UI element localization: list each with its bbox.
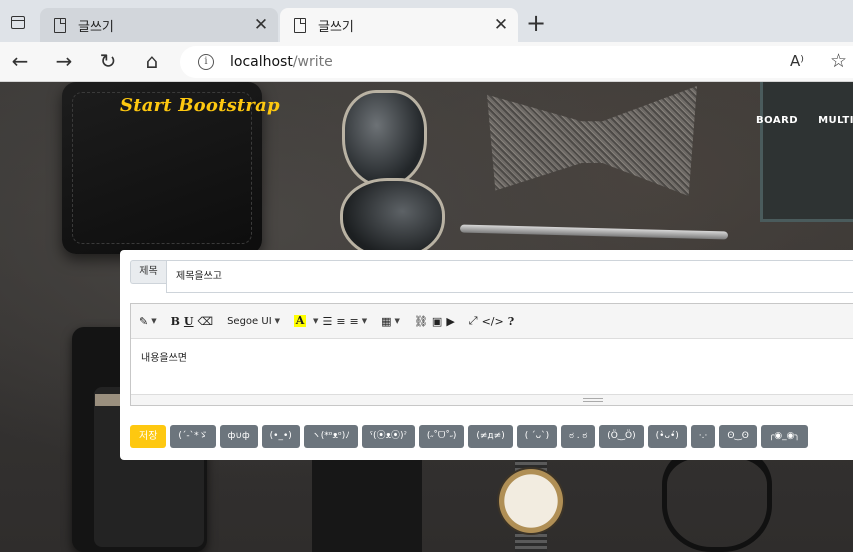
action-buttons: 저장 (´-`*ゞ ф∪ф (•_•) ヽ(*ᵒᴥᵒ)ﾉ ˁ(⦿ᴥ⦿)ˀ (˶˚… [130,425,808,448]
font-family-dropdown[interactable]: Segoe UI ▼ [227,310,280,332]
color-dropdown[interactable]: ▼ [310,310,318,332]
title-label: 제목 [130,260,166,284]
tab-title: 글쓰기 [318,19,354,35]
image-icon[interactable]: ▣ [432,310,442,332]
tab-title: 글쓰기 [78,19,114,35]
table-dropdown[interactable]: ▦ ▼ [381,310,400,332]
close-tab-icon[interactable]: ✕ [492,16,510,34]
eraser-icon[interactable]: ⌫ [198,310,214,332]
video-icon[interactable]: ▶ [446,310,454,332]
emoticon-button[interactable]: (˶˚ᗜ˚˶) [418,425,465,448]
browser-tab-2[interactable]: 글쓰기 ✕ [280,8,518,42]
new-tab-icon[interactable]: + [524,11,548,36]
emoticon-button[interactable]: ╭◉_◉╮ [760,425,808,448]
emoticon-button[interactable]: (≠д≠) [468,425,513,448]
emoticon-button[interactable]: ʘ‿ʘ [719,425,757,448]
emoticon-button[interactable]: ヽ(*ᵒᴥᵒ)ﾉ [303,425,358,448]
close-tab-icon[interactable]: ✕ [252,16,270,34]
watch-image [497,467,565,535]
emoticon-button[interactable]: ·.· [690,425,716,448]
align-icon: ≡ [349,314,359,328]
code-view-icon[interactable]: </> [482,310,504,332]
font-family-value: Segoe UI [227,315,272,327]
url-host: localhost [230,54,293,70]
top-nav: BOARD MULTI BOARD [756,115,853,126]
title-input-group: 제목 제목을쓰고 [130,260,853,293]
ordered-list-icon[interactable]: ≡ [336,310,345,332]
page-icon [54,17,66,33]
site-info-icon[interactable]: i [198,54,214,70]
card-image [95,394,123,406]
help-icon[interactable]: ? [508,310,514,332]
title-input[interactable]: 제목을쓰고 [166,260,853,293]
nav-link-multi-board[interactable]: MULTI BOARD [818,115,853,126]
emoticon-button[interactable]: ಠ . ಠ [561,425,596,448]
emoticon-button[interactable]: ˁ(⦿ᴥ⦿)ˀ [361,425,415,448]
refresh-icon[interactable]: ↻ [96,50,120,74]
browser-tab-1[interactable]: 글쓰기 ✕ [40,8,278,42]
editor-toolbar: ✎ ▼ B U ⌫ Segoe UI ▼ A ▼ ☰ ≡ ≡ ▼ ▦ ▼ ⛓ ▣ ▶ ⤢… [131,304,853,339]
favorite-star-icon[interactable]: ☆ [830,50,847,72]
page-background: Start Bootstrap BOARD MULTI BOARD 제목 제목을… [0,82,853,552]
fullscreen-icon[interactable]: ⤢ [469,310,478,332]
magic-wand-icon: ✎ [139,314,149,328]
write-form-card: 제목 제목을쓰고 ✎ ▼ B U ⌫ Segoe UI ▼ A ▼ ☰ ≡ ≡ ▼ ▦… [120,250,853,460]
underline-button[interactable]: U [184,310,194,332]
forward-icon[interactable]: → [52,50,76,74]
editor-resize-handle[interactable] [131,394,853,405]
emoticon-button[interactable]: (Ö‿Ö) [599,425,644,448]
home-icon[interactable]: ⌂ [140,50,164,74]
highlight-color-button[interactable]: A [294,310,307,332]
sunglasses-image [342,90,427,188]
emoticon-button[interactable]: (´-`*ゞ [170,425,216,448]
bow-tie-image [487,86,697,196]
brand-logo[interactable]: Start Bootstrap [120,95,280,116]
url-field[interactable]: i localhost/write [180,46,853,78]
address-bar: ← → ↻ ⌂ i localhost/write A⁾ ☆ [0,42,853,82]
tab-actions-icon[interactable] [6,10,30,34]
notebook-image [760,82,853,222]
pen-image [459,224,729,240]
align-dropdown[interactable]: ≡ ▼ [350,310,368,332]
link-icon[interactable]: ⛓ [414,310,428,332]
unordered-list-icon[interactable]: ☰ [322,310,332,332]
emoticon-button[interactable]: (•_•) [261,425,300,448]
emoticon-button[interactable]: ф∪ф [219,425,258,448]
nav-link-board[interactable]: BOARD [756,115,798,126]
emoticon-button[interactable]: (•̀ᴗ•́) [647,425,687,448]
back-icon[interactable]: ← [8,50,32,74]
table-icon: ▦ [381,314,392,328]
url-path: /write [292,54,333,70]
tab-strip: 글쓰기 ✕ 글쓰기 ✕ + [0,0,853,42]
page-icon [294,17,306,33]
emoticon-button[interactable]: ( ´ᴗ`) [516,425,558,448]
save-button[interactable]: 저장 [130,425,167,448]
content-editor-area[interactable]: 내용을쓰면 [131,339,853,394]
dark-object-image [312,452,422,552]
rich-text-editor: ✎ ▼ B U ⌫ Segoe UI ▼ A ▼ ☰ ≡ ≡ ▼ ▦ ▼ ⛓ ▣ ▶ ⤢… [130,303,853,406]
sunglasses-image [340,178,445,260]
glasses-image [662,448,772,552]
bold-button[interactable]: B [171,310,180,332]
style-dropdown[interactable]: ✎ ▼ [139,310,157,332]
highlight-a-icon: A [294,314,307,327]
read-aloud-icon[interactable]: A⁾ [790,52,804,70]
